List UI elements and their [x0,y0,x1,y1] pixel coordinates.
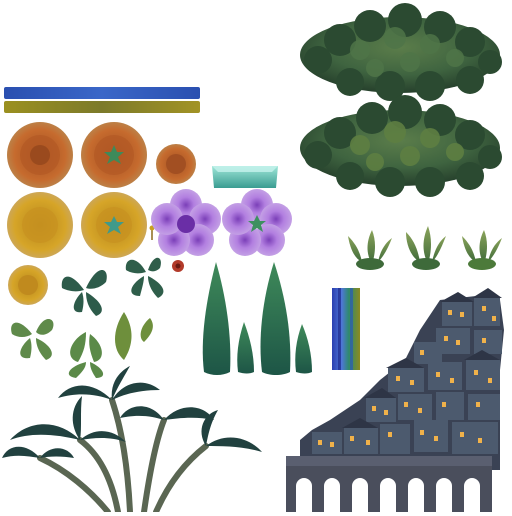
cypress-tree-sprite [237,322,254,374]
hillside-town-sprite [286,288,504,512]
rose-yellow-sprite [7,192,73,258]
sprite-atlas [0,0,512,515]
rose-orange-sprite [7,122,73,188]
cypress-tree-sprite [260,262,291,375]
leaf-cluster-sprite [61,270,107,316]
leaf-cluster-sprite [115,312,153,360]
rose-yellow-small-sprite [8,265,48,305]
bush-sprite [300,95,502,197]
cypress-tree-sprite [295,324,312,374]
leaf-cluster-sprite [11,318,54,360]
leaf-cluster-sprite [68,332,104,378]
vertical-gradient-strip [332,288,360,370]
grass-tuft-sprite [406,226,446,270]
sprite-atlas-canvas [2,3,504,515]
grass-tuft-sprite [348,230,392,270]
color-bar [4,87,200,99]
rose-yellow-star-sprite [81,192,155,258]
cypress-tree-sprite [202,262,231,375]
teal-tray-sprite [212,166,278,188]
grass-tuft-sprite [462,230,502,270]
rose-orange-star-sprite [81,122,147,188]
rose-orange-small-sprite [156,144,196,184]
tiny-red-flower-sprite [172,260,184,272]
flower-purple-star-sprite [222,189,292,256]
bush-sprite [300,3,502,101]
leaf-cluster-sprite [125,257,164,298]
flower-purple-sprite [151,189,221,256]
color-bar [4,101,200,113]
bridge-sprite [286,456,492,512]
palm-trees-sprite [2,366,262,515]
